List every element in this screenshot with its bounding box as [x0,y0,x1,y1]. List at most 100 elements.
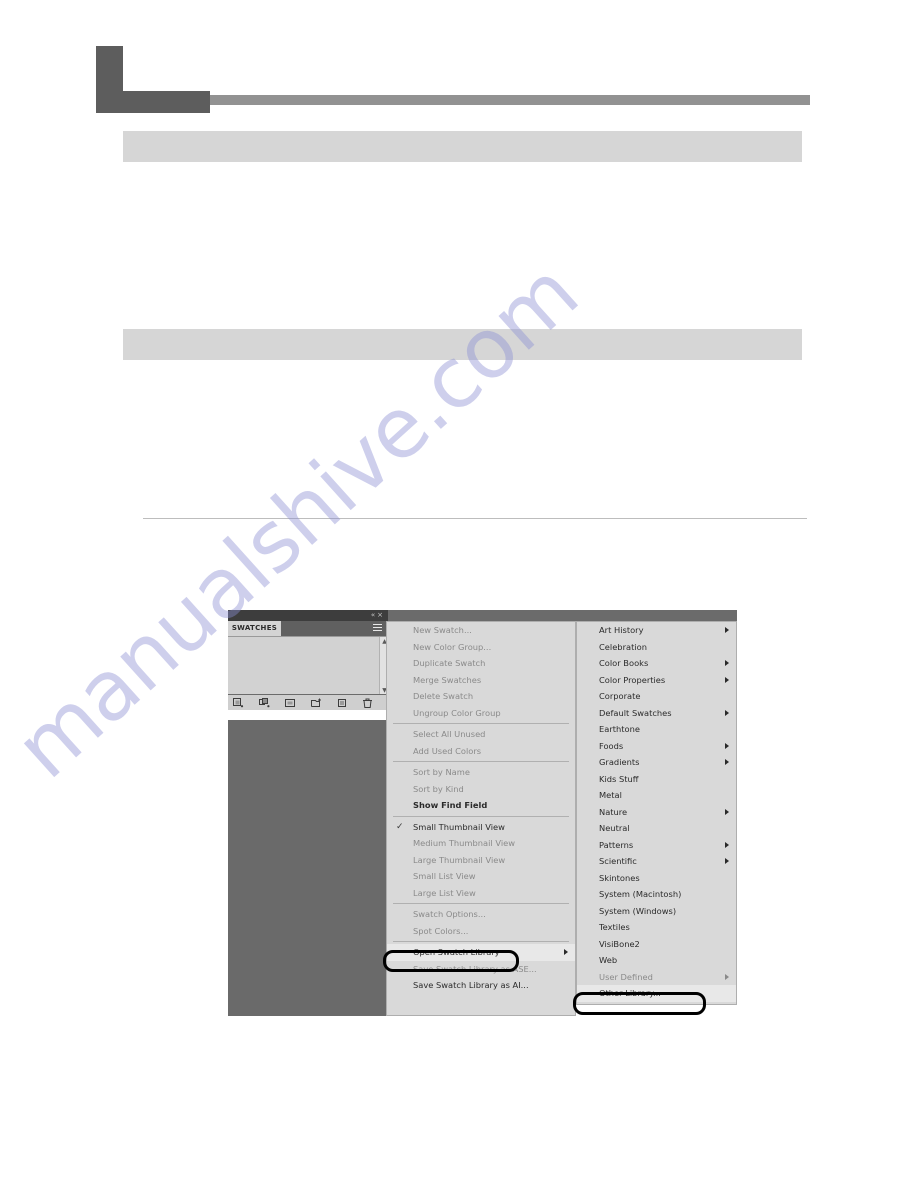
submenu-item-web[interactable]: Web [577,952,736,969]
submenu-item-label: Gradients [599,757,640,767]
menu-item-add-used-colors: Add Used Colors [387,743,575,760]
menu-item-label: Save Swatch Library as AI... [413,980,529,990]
submenu-arrow-icon [725,660,729,667]
application-canvas-background [228,720,388,1016]
page-header [0,0,918,125]
menu-item-separator [393,723,569,724]
submenu-arrow-icon [725,858,729,865]
show-swatch-kinds-menu-icon[interactable] [259,698,270,708]
section-divider [143,518,807,519]
menu-item-label: Spot Colors... [413,925,469,936]
menu-item-merge-swatches: Merge Swatches [387,672,575,689]
submenu-item-textiles[interactable]: Textiles [577,919,736,936]
menu-item-label: Duplicate Swatch [413,658,486,668]
submenu-item-label: User Defined [599,971,653,982]
swatches-panel-flyout-menu[interactable]: New Swatch... New Color Group... Duplicate… [386,621,576,1016]
submenu-item-patterns[interactable]: Patterns [577,837,736,854]
menu-item-spot-colors: Spot Colors... [387,923,575,940]
menu-item-open-swatch-library[interactable]: Open Swatch Library [387,944,575,961]
submenu-item-label: Skintones [599,872,640,883]
panel-titlebar: «× [228,610,388,621]
panel-footer-toolbar [228,694,388,710]
submenu-item-label: Corporate [599,691,641,701]
menu-item-separator [393,903,569,904]
submenu-item-corporate[interactable]: Corporate [577,688,736,705]
menu-item-separator [393,941,569,942]
submenu-item-kids-stuff[interactable]: Kids Stuff [577,771,736,788]
menu-item-duplicate-swatch: Duplicate Swatch [387,655,575,672]
menu-item-save-swatch-library-as-ase: Save Swatch Library as ASE... [387,961,575,978]
submenu-item-earthtone[interactable]: Earthtone [577,721,736,738]
submenu-item-label: Color Books [599,658,649,668]
swatches-grid-area[interactable]: ▲ ▼ [228,636,388,695]
menu-item-show-find-field[interactable]: Show Find Field [387,797,575,814]
delete-swatch-icon[interactable] [362,698,373,708]
submenu-item-label: Default Swatches [599,707,672,718]
submenu-item-celebration[interactable]: Celebration [577,639,736,656]
menu-item-save-swatch-library-as-ai[interactable]: Save Swatch Library as AI... [387,977,575,994]
submenu-arrow-icon [725,973,729,980]
submenu-item-default-swatches[interactable]: Default Swatches [577,705,736,722]
submenu-item-metal[interactable]: Metal [577,787,736,804]
menu-item-label: New Color Group... [413,641,492,652]
submenu-item-scientific[interactable]: Scientific [577,853,736,870]
submenu-item-label: VisiBone2 [599,938,640,949]
submenu-arrow-icon [725,709,729,716]
new-color-group-icon[interactable] [311,698,322,708]
application-top-strip [388,610,737,621]
panel-menu-icon[interactable] [373,624,384,633]
submenu-item-foods[interactable]: Foods [577,738,736,755]
menu-item-label: Open Swatch Library [413,947,500,957]
checkmark-icon: ✓ [396,821,404,832]
menu-item-medium-thumbnail-view: Medium Thumbnail View [387,835,575,852]
swatch-libraries-menu-icon[interactable] [233,698,244,708]
menu-item-label: Large Thumbnail View [413,854,506,865]
close-icon[interactable]: × [377,611,385,619]
submenu-item-label: Color Properties [599,674,666,685]
submenu-arrow-icon [725,627,729,634]
menu-item-separator [393,815,569,817]
submenu-item-system-macintosh[interactable]: System (Macintosh) [577,886,736,903]
submenu-item-label: Kids Stuff [599,773,639,784]
open-swatch-library-submenu[interactable]: Art History Celebration Color Books Color P… [576,621,737,1005]
tab-swatches[interactable]: SWATCHES [228,621,281,636]
menu-item-label: New Swatch... [413,625,472,635]
menu-item-label: Sort by Name [413,767,470,777]
submenu-item-system-windows[interactable]: System (Windows) [577,903,736,920]
menu-item-small-list-view: Small List View [387,868,575,885]
menu-item-sort-by-kind: Sort by Kind [387,781,575,798]
panel-window-controls[interactable]: «× [371,610,385,621]
menu-item-label: Show Find Field [413,800,488,810]
menu-item-ungroup-color-group: Ungroup Color Group [387,705,575,722]
submenu-item-label: System (Windows) [599,905,677,916]
submenu-item-color-properties[interactable]: Color Properties [577,672,736,689]
submenu-arrow-icon [564,949,568,956]
submenu-item-label: Scientific [599,856,637,866]
menu-item-label: Add Used Colors [413,745,482,756]
submenu-item-label: Metal [599,790,622,800]
menu-item-small-thumbnail-view[interactable]: ✓ Small Thumbnail View [387,819,575,836]
swatch-options-icon[interactable] [285,698,296,708]
submenu-item-skintones[interactable]: Skintones [577,870,736,887]
submenu-arrow-icon [725,742,729,749]
submenu-item-visibone2[interactable]: VisiBone2 [577,936,736,953]
submenu-arrow-icon [725,676,729,683]
menu-item-large-thumbnail-view: Large Thumbnail View [387,852,575,869]
submenu-item-label: Textiles [599,922,630,932]
submenu-item-other-library[interactable]: Other Library... [577,985,736,1002]
menu-item-label: Delete Swatch [413,691,474,701]
new-swatch-icon[interactable] [337,698,348,708]
submenu-item-art-history[interactable]: Art History [577,622,736,639]
menu-item-label: Medium Thumbnail View [413,838,516,848]
submenu-item-nature[interactable]: Nature [577,804,736,821]
section-banner-1 [123,131,802,162]
submenu-item-label: Patterns [599,839,634,850]
submenu-item-color-books[interactable]: Color Books [577,655,736,672]
swatches-panel-figure: «× SWATCHES ▲ ▼ New Swatch... New Color … [228,610,737,1016]
submenu-item-label: Celebration [599,641,647,652]
submenu-item-neutral[interactable]: Neutral [577,820,736,837]
menu-item-label: Select All Unused [413,729,486,739]
submenu-item-gradients[interactable]: Gradients [577,754,736,771]
menu-item-label: Sort by Kind [413,783,464,794]
menu-item-label: Small Thumbnail View [413,821,505,832]
